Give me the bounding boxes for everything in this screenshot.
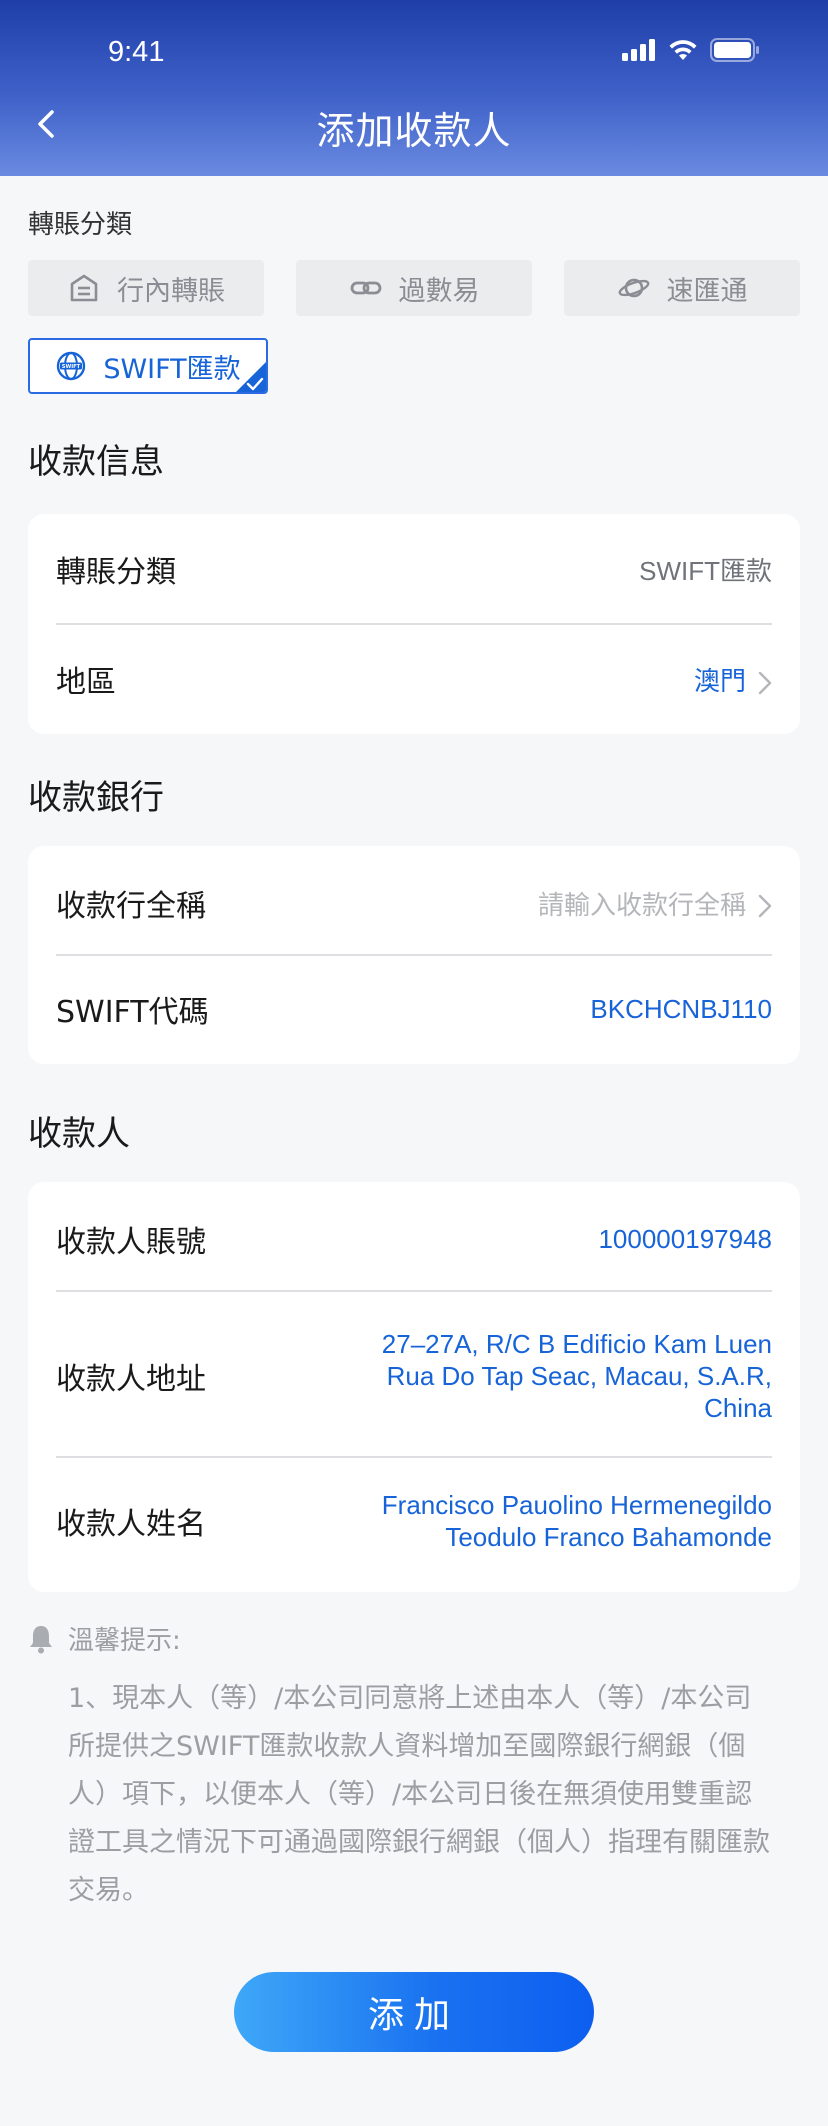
chip-label: SWIFT匯款 [103, 353, 241, 385]
divider [56, 623, 772, 625]
chip-express-remit[interactable]: 速匯通 [564, 260, 800, 316]
row-label: 收款行全稱 [56, 889, 206, 924]
address-line: Rua Do Tap Seac, Macau, S.A.R, [386, 1361, 772, 1391]
address-row: 收款人地址 27–27A, R/C B Edificio Kam Luen Ru… [56, 1328, 772, 1424]
account-number-value: 100000197948 [598, 1223, 772, 1254]
check-corner-icon [236, 362, 266, 392]
row-label: 收款人地址 [56, 1362, 206, 1397]
name-line: Francisco Pauolino Hermenegildo [381, 1490, 772, 1520]
tips-line: 所提供之SWIFT匯款收款人資料增加至國際銀行網銀（個 [68, 1731, 746, 1762]
account-number-row: 收款人賬號 100000197948 [56, 1214, 772, 1264]
swift-code-value: BKCHCNBJ110 [590, 993, 772, 1024]
chevron-right-icon [758, 894, 772, 918]
tips-line: 1、現本人（等）/本公司同意將上述由本人（等）/本公司 [68, 1683, 752, 1714]
transfer-type-label: 轉賬分類 [28, 210, 133, 240]
bank-name-row[interactable]: 收款行全稱 請輸入收款行全稱 [56, 878, 772, 928]
divider [56, 954, 772, 956]
payee-info-title: 收款信息 [28, 442, 164, 482]
name-line: Teodulo Franco Bahamonde [445, 1522, 772, 1552]
payee-bank-card: 收款行全稱 請輸入收款行全稱 SWIFT代碼 BKCHCNBJ110 [28, 846, 800, 1064]
status-icons [622, 38, 760, 62]
transfer-type-row: 轉賬分類 SWIFT匯款 [56, 544, 772, 594]
payee-info-card: 轉賬分類 SWIFT匯款 地區 澳門 [28, 514, 800, 734]
chip-intra-bank-transfer[interactable]: 行內轉賬 [28, 260, 264, 316]
region-text: 澳門 [693, 665, 746, 696]
address-line: China [704, 1393, 772, 1423]
tips-line: 證工具之情況下可通過國際銀行網銀（個人）指理有關匯款 [68, 1827, 770, 1858]
row-label: SWIFT代碼 [56, 995, 209, 1030]
divider [56, 1456, 772, 1458]
row-label: 收款人姓名 [56, 1507, 206, 1542]
row-label: 收款人賬號 [56, 1225, 206, 1260]
bank-name-field[interactable]: 請輸入收款行全稱 [538, 885, 772, 922]
chip-swift-remit[interactable]: SWIFT SWIFT匯款 [28, 338, 268, 394]
region-row[interactable]: 地區 澳門 [56, 654, 772, 704]
bell-icon [30, 1626, 52, 1654]
header: 9:41 添加收款人 [0, 0, 828, 176]
add-button[interactable]: 添加 [234, 1972, 594, 2052]
tips-line: 交易。 [68, 1875, 149, 1906]
chip-label: 行內轉賬 [117, 275, 225, 307]
address-line: 27–27A, R/C B Edificio Kam Luen [381, 1329, 772, 1359]
payee-title: 收款人 [28, 1114, 130, 1154]
swift-code-row: SWIFT代碼 BKCHCNBJ110 [56, 984, 772, 1034]
region-value: 澳門 [694, 661, 772, 698]
planet-icon [618, 278, 649, 298]
tips-line: 人）項下，以便本人（等）/本公司日後在無須使用雙重認 [68, 1779, 753, 1810]
transfer-type-value: SWIFT匯款 [639, 555, 772, 586]
bank-name-placeholder: 請輸入收款行全稱 [537, 890, 746, 921]
page-title: 添加收款人 [316, 109, 512, 153]
svg-text:SWIFT: SWIFT [62, 364, 81, 370]
chip-label: 過數易 [398, 275, 480, 307]
tips-title: 溫馨提示: [68, 1626, 181, 1656]
payee-card: 收款人賬號 100000197948 收款人地址 27–27A, R/C B E… [28, 1182, 800, 1592]
chip-fps[interactable]: 過數易 [296, 260, 532, 316]
tips-section: 溫馨提示: 1、現本人（等）/本公司同意將上述由本人（等）/本公司 所提供之SW… [28, 1620, 800, 1915]
battery-icon [710, 38, 759, 62]
wifi-icon [669, 40, 697, 60]
bank-building-icon [70, 274, 98, 302]
row-label: 地區 [56, 665, 116, 700]
swift-globe-icon: SWIFT [57, 351, 86, 381]
address-value: 27–27A, R/C B Edificio Kam Luen Rua Do T… [382, 1328, 772, 1424]
divider [56, 1290, 772, 1292]
status-time: 9:41 [108, 36, 165, 68]
chevron-right-icon [758, 671, 772, 694]
chip-label: 速匯通 [666, 275, 748, 307]
name-value: Francisco Pauolino Hermenegildo Teodulo … [382, 1489, 772, 1553]
signal-icon [622, 39, 655, 61]
payee-bank-title: 收款銀行 [28, 778, 164, 818]
tips-body: 1、現本人（等）/本公司同意將上述由本人（等）/本公司 所提供之SWIFT匯款收… [68, 1675, 800, 1915]
link-icon [350, 281, 381, 295]
row-label: 轉賬分類 [56, 555, 176, 590]
name-row: 收款人姓名 Francisco Pauolino Hermenegildo Te… [56, 1488, 772, 1554]
